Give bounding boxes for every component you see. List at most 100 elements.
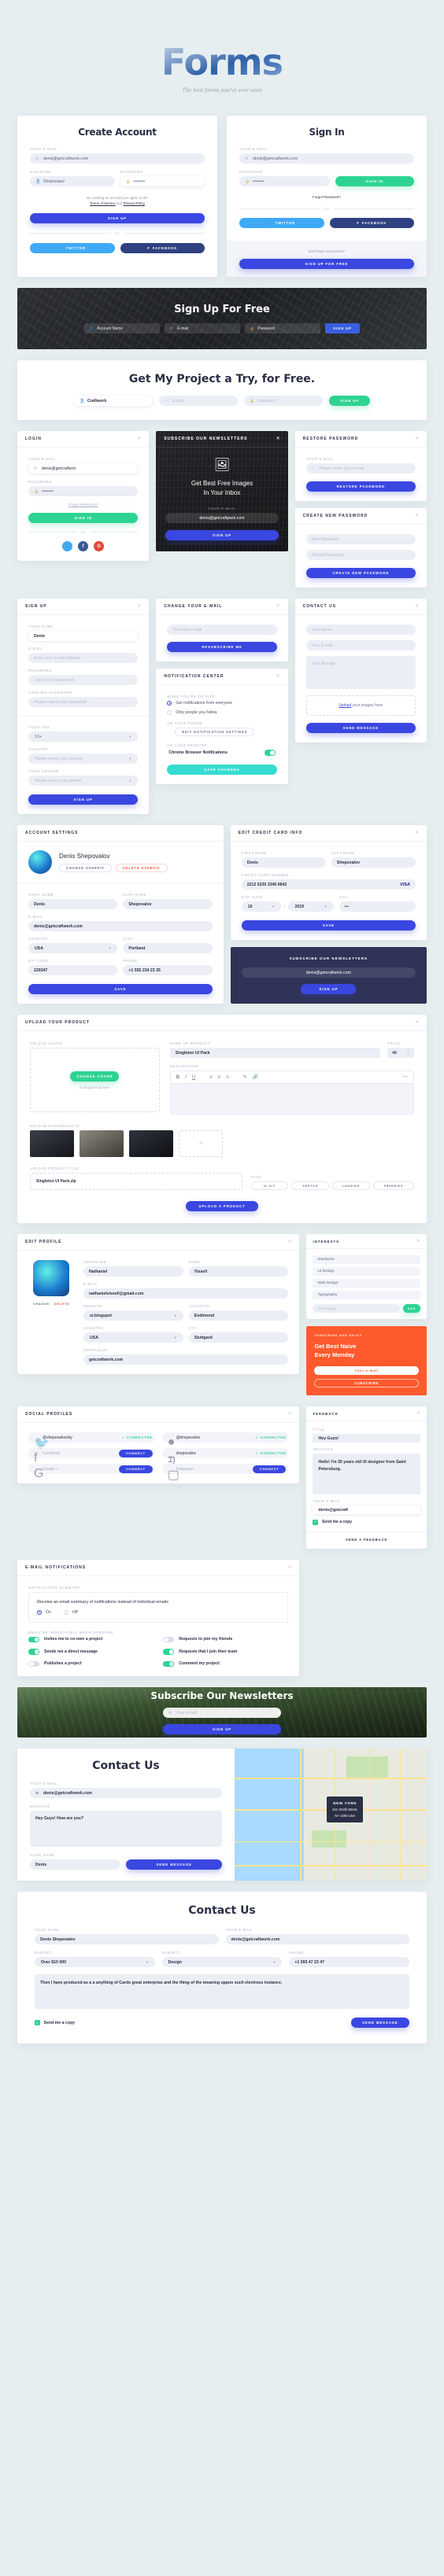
cb-message-field[interactable]: Then I have produced as a a anything of … [35,1974,409,2010]
cc-exp-month-select[interactable]: 10 ▼ [241,901,282,912]
notif-toggle-row[interactable]: Invites me to co-own a project [28,1636,154,1643]
connect-button[interactable]: CONNECT [119,1449,153,1458]
signin-facebook-button[interactable]: f FACEBOOK [329,218,414,229]
close-icon[interactable]: ✕ [276,674,280,679]
delete-userpic-button[interactable]: DELETE USERPIC [116,863,168,872]
cb-name-field[interactable]: Denis Shepovalov [35,1934,219,1945]
chrome-toggle[interactable] [264,750,276,756]
cm-message-field[interactable]: Hey Guys! How are you? [30,1811,222,1848]
tag-item[interactable]: FREEBIES [372,1181,414,1191]
acct-save-button[interactable]: SAVE [28,984,213,995]
forgot-password-link[interactable]: Forgot Password? [239,194,414,200]
acct-phone-field[interactable]: +1 555 234 23 35 [123,965,213,976]
signup-email-field[interactable]: Enter your e-mail address [28,653,139,664]
login-signin-button[interactable]: SIGN IN [28,513,139,524]
change-avatar-link[interactable]: CHANGE [33,1302,50,1306]
notif-toggle-row[interactable]: Comment my project [163,1660,288,1668]
underline-icon[interactable]: U [192,1075,195,1080]
cb-budget-select[interactable]: Over $10 000 ▼ [35,1957,155,1968]
connect-button[interactable]: CONNECT [119,1465,153,1473]
signup-free-button[interactable]: SIGN UP FOR FREE [239,259,414,270]
new-password-field[interactable]: New Password [305,534,416,545]
cc-last-name-field[interactable]: Shepovalov [331,857,416,868]
close-icon[interactable]: ✕ [287,1565,291,1570]
signup-name-field[interactable]: Denis [28,631,139,642]
choose-cover-button[interactable]: CHOOSE COVER [70,1071,120,1082]
restore-button[interactable]: RESTORE PASSWORD [305,481,416,492]
contact-email-field[interactable]: Your E-mail [305,640,416,651]
acct-country-select[interactable]: USA ▼ [28,943,118,954]
product-name-field[interactable]: Singleton UI Pack [169,1048,380,1059]
create-password-field[interactable]: 🔒 •••••••• [120,176,205,186]
resubscribe-button[interactable]: RESUBSCRIBE ME [167,642,277,653]
login-email-field[interactable]: ✉ denis@getcraftwor [28,463,139,474]
profile-location-field[interactable]: Endimond [188,1310,289,1321]
toggle-icon[interactable] [28,1660,39,1668]
notif-toggle-row[interactable]: Requests that I join their team [163,1649,288,1655]
close-icon[interactable]: ✕ [415,831,419,835]
screenshot-thumb[interactable] [129,1130,173,1158]
cb-send-button[interactable]: SEND MESSAGE [351,2018,409,2029]
band-email-field[interactable]: ✉ E-mail [165,323,241,334]
description-editor[interactable] [169,1083,414,1115]
dark-subscribe-button[interactable]: SIGN UP [301,984,357,995]
notif-toggle-row[interactable]: Requests to join my friends [163,1636,288,1643]
create-signup-button[interactable]: SIGN UP [30,213,205,224]
feedback-copy-row[interactable]: ✓ Send me a copy [313,1520,420,1525]
privacy-policy-link[interactable]: Privacy Policy [124,201,145,205]
close-icon[interactable]: ✕ [416,1239,420,1244]
notif-toggle-row[interactable]: Publishes a project [28,1660,154,1668]
more-icon[interactable]: ••• [403,1075,408,1080]
close-icon[interactable]: ✕ [415,437,419,441]
profile-name-field[interactable]: Vissell [188,1266,289,1277]
promo-email-input[interactable]: Your e-mail [314,1366,419,1376]
signup-password-field[interactable]: Create your password [28,675,139,686]
bold-icon[interactable]: B [176,1075,179,1080]
toggle-icon[interactable] [163,1649,175,1655]
cb-copy-row[interactable]: ✓ Send me a copy [35,2020,75,2025]
try-signup-button[interactable]: SIGN UP [329,396,370,407]
acct-first-name-field[interactable]: Denis [28,899,118,910]
screenshot-thumb[interactable] [30,1130,74,1158]
contact-upload-area[interactable]: Upload your images here [305,695,416,717]
toggle-icon[interactable] [28,1636,39,1643]
close-icon[interactable]: ✕ [287,1240,291,1244]
italic-icon[interactable]: I [185,1075,187,1080]
cm-email-field[interactable]: ✉ denis@getcraftwork.com [30,1788,222,1799]
try-email-field[interactable]: ✉ E-mail [159,396,238,407]
tag-item[interactable]: SKETCH [291,1181,330,1191]
contact-name-field[interactable]: Your Name [305,625,416,636]
promo-subscribe-button[interactable]: SUBSCRIBE [314,1379,419,1388]
edit-notification-settings-button[interactable]: EDIT NOTIFICATION SETTINGS [175,728,255,737]
align-right-icon[interactable]: ≡ [226,1075,229,1080]
upload-link[interactable]: Upload [339,703,351,708]
create-email-field[interactable]: ✉ denis@getcraftwork.com [30,153,205,164]
notif-option-everyone[interactable]: Get notifications from everyone [167,701,276,706]
google-icon[interactable]: G [94,541,105,552]
change-userpic-button[interactable]: CHANGE USERPIC [59,863,113,872]
subscribe-band-email[interactable]: ✉ Your e-mail [163,1708,281,1719]
cc-cvv-field[interactable]: ••• [339,901,416,912]
signup-age-select[interactable]: 13+ ▼ [28,732,139,743]
price-stepper[interactable]: 48 ▲ ▼ [387,1048,414,1059]
contact-message-field[interactable]: Your Mesage [305,656,416,690]
interests-search-input[interactable]: Start typing [313,1304,400,1314]
cc-save-button[interactable]: SAVE [241,920,416,931]
link-icon[interactable]: 🔗 [253,1074,258,1080]
signin-button[interactable]: SIGN IN [335,176,414,186]
notif-option-follow[interactable]: Only people you follow [167,710,276,716]
twitter-icon[interactable]: 🐦 [62,541,73,552]
login-password-field[interactable]: 🔒 •••••••• [28,486,139,497]
notif-toggle-row[interactable]: Sends me a direct message [28,1649,154,1655]
toggle-icon[interactable] [28,1649,39,1655]
tag-item[interactable]: LANDING [332,1181,370,1191]
interest-item[interactable]: Interfaces [313,1255,420,1265]
repeat-password-field[interactable]: Repeat Password [305,550,416,561]
close-icon[interactable]: ✕ [287,1412,291,1417]
upload-product-button[interactable]: UPLOAD A PRODUCT [186,1201,258,1212]
signin-twitter-button[interactable]: 🐦 TWITTER [239,218,324,229]
signin-email-field[interactable]: ✉ denis@getcraftwork.com [239,153,414,164]
delete-avatar-link[interactable]: DELETE [54,1302,69,1306]
cc-first-name-field[interactable]: Denis [241,857,326,868]
acct-zip-field[interactable]: 229347 [28,965,118,976]
